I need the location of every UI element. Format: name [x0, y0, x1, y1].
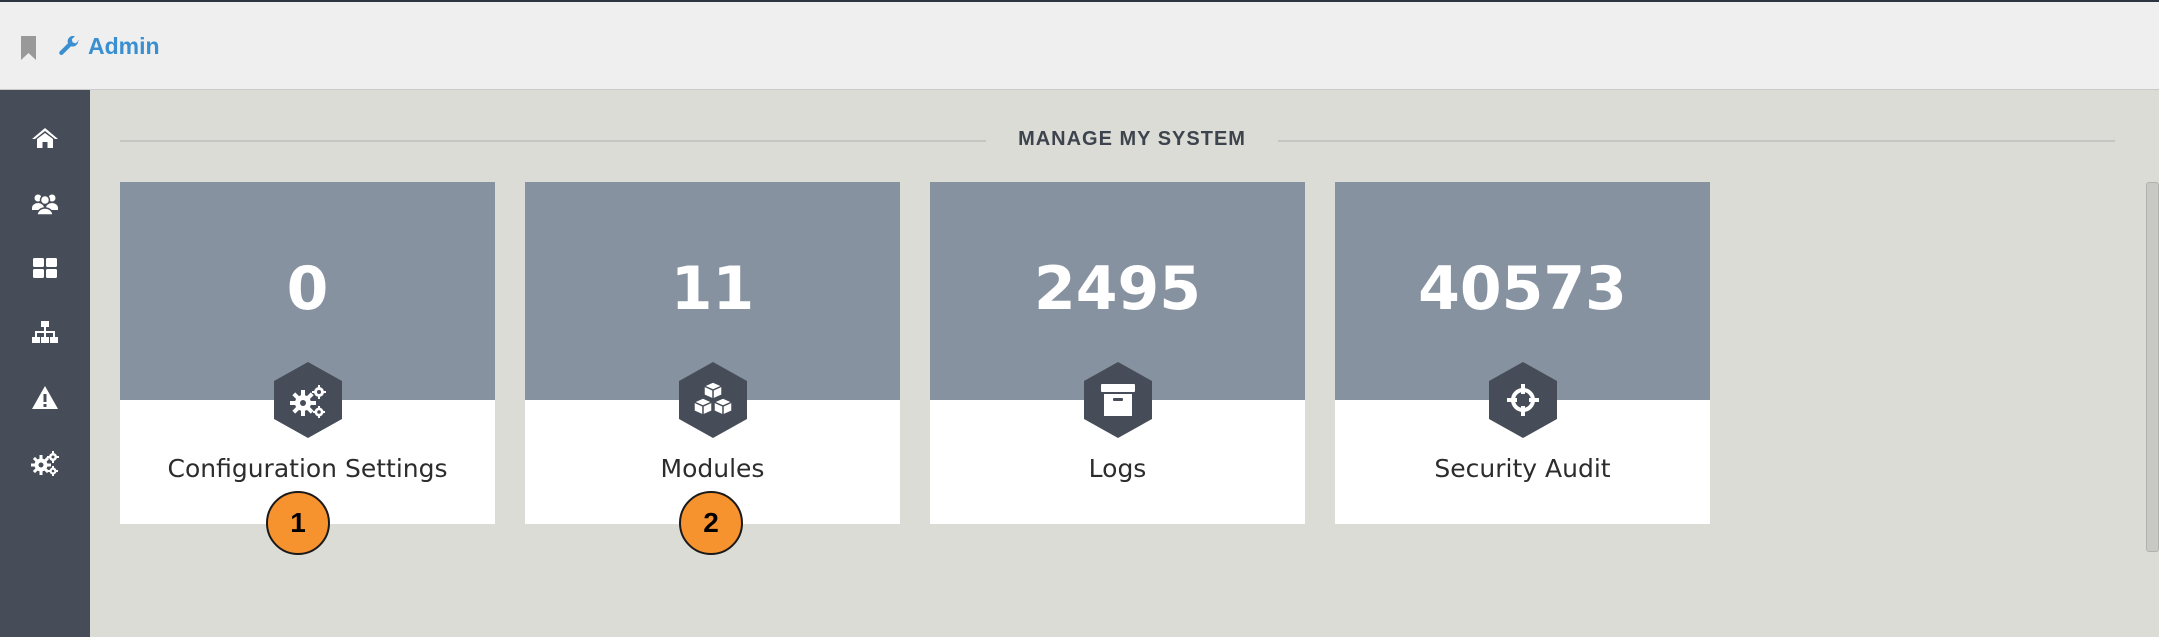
warning-icon: [32, 386, 58, 409]
top-bar: Admin: [0, 0, 2159, 90]
breadcrumb-label: Admin: [88, 33, 160, 59]
sidebar-item-dashboard[interactable]: [0, 238, 90, 298]
card-count: 11: [670, 254, 755, 324]
card-configuration-settings[interactable]: 0 Configuration Settings: [120, 182, 495, 524]
card-modules[interactable]: 11 Modules: [525, 182, 900, 524]
card-label: Logs: [1088, 454, 1147, 483]
archive-icon: [1084, 362, 1152, 438]
sidebar-item-users[interactable]: [0, 173, 90, 233]
cubes-icon: [679, 362, 747, 438]
card-label: Configuration Settings: [167, 454, 448, 483]
wrench-icon: [59, 35, 80, 55]
section-header: MANAGE MY SYSTEM: [120, 110, 2115, 150]
card-label: Security Audit: [1434, 454, 1611, 483]
gears-icon: [31, 451, 59, 476]
main-content: MANAGE MY SYSTEM 0 Configuration Setting…: [90, 90, 2159, 637]
crosshairs-icon: [1489, 362, 1557, 438]
card-logs[interactable]: 2495 Logs: [930, 182, 1305, 524]
card-count: 40573: [1418, 254, 1627, 324]
card-security-audit[interactable]: 40573 Security Audit: [1335, 182, 1710, 524]
users-icon: [32, 194, 58, 216]
divider-left: [120, 140, 986, 142]
home-icon: [32, 128, 58, 148]
sidebar: [0, 90, 90, 637]
sidebar-item-home[interactable]: [0, 108, 90, 168]
bookmark-icon[interactable]: [20, 36, 37, 60]
gears-icon: [274, 362, 342, 438]
annotation-badge-2: 2: [679, 491, 743, 555]
sidebar-item-settings[interactable]: [0, 433, 90, 493]
card-count: 2495: [1034, 254, 1201, 324]
sidebar-item-structure[interactable]: [0, 303, 90, 363]
breadcrumb[interactable]: Admin: [58, 33, 160, 60]
grid-icon: [33, 258, 57, 278]
divider-right: [1278, 140, 2115, 142]
scrollbar[interactable]: [2146, 182, 2159, 552]
section-title: MANAGE MY SYSTEM: [1018, 128, 1246, 150]
card-label: Modules: [660, 454, 765, 483]
sitemap-icon: [32, 321, 58, 343]
card-count: 0: [286, 254, 329, 324]
annotation-badge-1: 1: [266, 491, 330, 555]
sidebar-item-alerts[interactable]: [0, 368, 90, 428]
